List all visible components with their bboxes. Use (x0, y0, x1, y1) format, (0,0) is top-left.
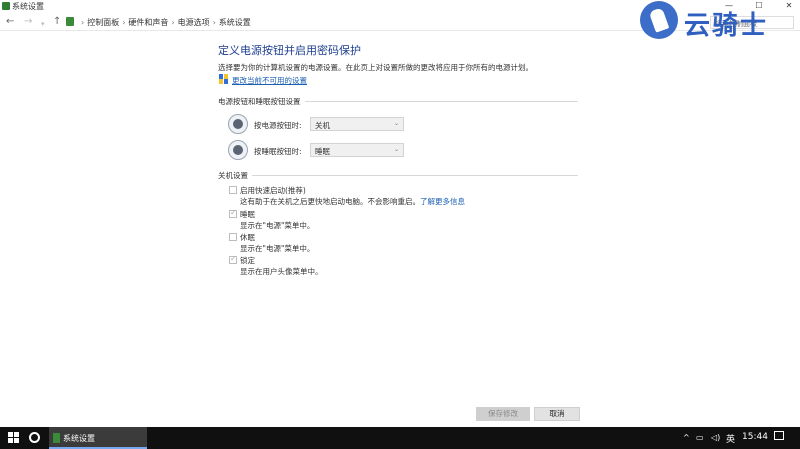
clock[interactable]: 15:44 (742, 432, 768, 442)
sleep-button-action-select[interactable]: 睡眠 ⌄ (310, 143, 404, 157)
hibernate-label: 休眠 (240, 233, 255, 242)
learn-more-link[interactable]: 了解更多信息 (420, 197, 465, 206)
system-settings-icon (2, 2, 10, 10)
recent-locations-chevron-icon[interactable]: ▾ (41, 18, 45, 30)
input-method-indicator[interactable]: 英 (726, 432, 735, 445)
up-arrow-icon[interactable]: ↑ (53, 16, 61, 28)
window-title: 系统设置 (12, 2, 44, 11)
show-hidden-icons-chevron-icon[interactable]: ^ (683, 433, 690, 442)
breadcrumb-separator-icon: › (171, 18, 175, 27)
sleep-label: 睡眠 (240, 210, 255, 219)
lock-checkbox[interactable] (229, 254, 237, 264)
power-button-action-value: 关机 (315, 121, 330, 130)
section-divider (218, 175, 578, 176)
fast-startup-description-text: 这有助于在关机之后更快地启动电脑。不会影响重启。 (240, 197, 420, 206)
lock-label: 锁定 (240, 256, 255, 265)
fast-startup-description: 这有助于在关机之后更快地启动电脑。不会影响重启。了解更多信息 (240, 196, 465, 207)
taskbar: 系统设置 ^ ▭ ◁) 英 15:44 (0, 427, 800, 449)
lock-description: 显示在用户头像菜单中。 (240, 267, 323, 276)
sleep-description: 显示在"电源"菜单中。 (240, 221, 315, 230)
change-unavailable-settings-link[interactable]: 更改当前不可用的设置 (232, 75, 307, 86)
chevron-down-icon: ⌄ (393, 146, 399, 153)
sleep-button-icon (228, 140, 248, 160)
cancel-button[interactable]: 取消 (534, 407, 580, 421)
hibernate-checkbox[interactable] (229, 233, 237, 241)
volume-icon[interactable]: ◁) (711, 433, 720, 442)
power-button-icon (228, 114, 248, 134)
breadcrumb-control-panel[interactable]: 控制面板 (87, 18, 119, 27)
hibernate-description: 显示在"电源"菜单中。 (240, 244, 315, 253)
shutdown-section-title: 关机设置 (218, 170, 252, 181)
sleep-checkbox[interactable] (229, 208, 237, 218)
back-arrow-icon[interactable]: ← (6, 16, 14, 28)
cortana-search-icon[interactable] (29, 432, 40, 443)
save-changes-button[interactable]: 保存修改 (476, 407, 530, 421)
fast-startup-label: 启用快速启动(推荐) (240, 186, 306, 195)
breadcrumb-separator-icon: › (212, 18, 216, 27)
breadcrumb-hardware-sound[interactable]: 硬件和声音 (128, 18, 168, 27)
power-button-action-select[interactable]: 关机 ⌄ (310, 117, 404, 131)
taskbar-app-label: 系统设置 (63, 434, 95, 443)
fast-startup-checkbox[interactable] (229, 186, 237, 194)
sleep-button-action-value: 睡眠 (315, 147, 330, 156)
power-buttons-section-title: 电源按钮和睡眠按钮设置 (218, 96, 305, 107)
knight-logo-icon (640, 1, 678, 39)
chevron-down-icon: ⌄ (393, 120, 399, 127)
minimize-button[interactable]: — (720, 0, 738, 13)
breadcrumb-power-options[interactable]: 电源选项 (178, 18, 210, 27)
forward-arrow-icon[interactable]: → (24, 16, 32, 28)
windows-start-icon[interactable] (8, 432, 20, 444)
close-button[interactable]: ✕ (780, 0, 798, 13)
sleep-button-label: 按睡眠按钮时: (254, 147, 302, 156)
network-icon[interactable]: ▭ (696, 433, 704, 442)
page-title: 定义电源按钮并启用密码保护 (218, 44, 361, 57)
page-description: 选择要为你的计算机设置的电源设置。在此页上对设置所做的更改将应用于你所有的电源计… (218, 63, 533, 72)
breadcrumb-separator-icon: › (122, 18, 126, 27)
system-settings-icon (53, 433, 60, 443)
maximize-button[interactable]: ☐ (750, 0, 768, 13)
breadcrumb-separator-icon: › (81, 18, 85, 27)
control-panel-icon (66, 17, 74, 26)
uac-shield-icon (219, 74, 228, 84)
power-button-label: 按电源按钮时: (254, 121, 302, 130)
action-center-icon[interactable] (774, 431, 784, 440)
taskbar-app-system-settings[interactable]: 系统设置 (49, 427, 147, 449)
breadcrumb-system-settings[interactable]: 系统设置 (219, 18, 251, 27)
breadcrumb: › 控制面板 › 硬件和声音 › 电源选项 › 系统设置 (78, 17, 251, 28)
